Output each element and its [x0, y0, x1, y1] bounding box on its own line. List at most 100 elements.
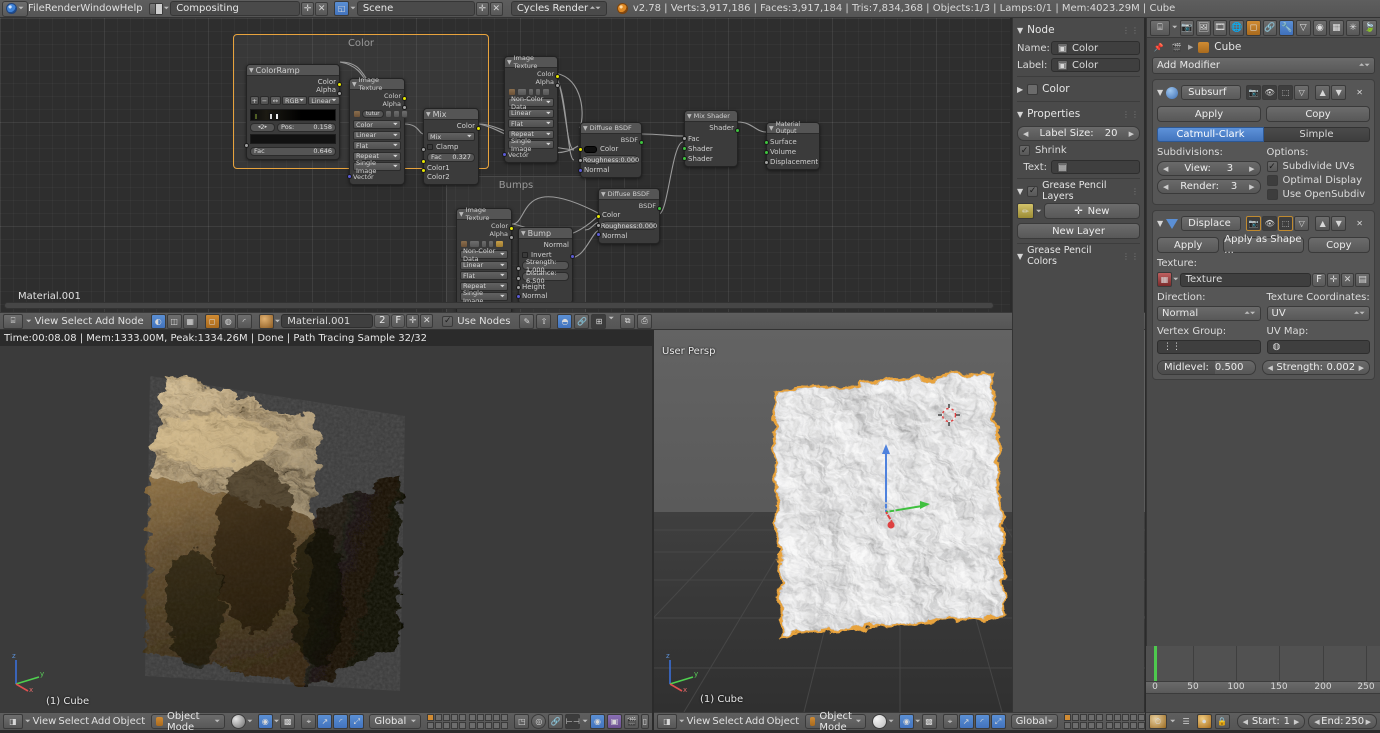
vpr-mode-select[interactable]: Object Mode ⏷ [805, 711, 867, 733]
vpl-menu-add[interactable]: Add [91, 716, 110, 727]
optimal-display-checkbox[interactable] [1266, 175, 1278, 186]
tab-constraints[interactable]: 🔗 [1262, 19, 1278, 36]
pin-icon[interactable]: ✎ [519, 313, 535, 329]
timeline-menu-icon[interactable]: ☰ [1179, 714, 1194, 729]
subsurf-view-field[interactable]: ◀ View: 3 ▶ [1157, 161, 1261, 176]
node-material-output[interactable]: ▼ Material Output Surface Volume Displac… [764, 121, 820, 170]
panel-collapse-icon[interactable]: ▼ [1017, 187, 1023, 196]
tab-render-layers[interactable]: 🖼 [1196, 19, 1211, 36]
vpl-menu-object[interactable]: Object [113, 716, 146, 727]
show-viewport-icon[interactable]: 👁 [1262, 85, 1278, 100]
linestyle-shader-icon[interactable]: ◜ [236, 313, 252, 329]
socket-colorramp-fac-in[interactable] [244, 143, 249, 148]
colorramp-fac-field[interactable]: Fac 0.646 [250, 146, 336, 156]
gp-new-layer-button[interactable]: New Layer [1017, 223, 1140, 239]
scale-manipulator-icon[interactable]: ⤢ [349, 714, 365, 729]
world-shader-icon[interactable]: ◍ [220, 313, 236, 329]
uv-map-field[interactable]: ◍ [1266, 340, 1370, 354]
socket-diffuseb-normal-in[interactable] [596, 232, 601, 237]
delete-modifier-icon[interactable]: ✕ [1352, 85, 1367, 100]
socket-imgtexa-alpha-out[interactable] [402, 105, 407, 110]
show-render-icon[interactable]: 📷 [1246, 216, 1262, 231]
node-image-texture-b-header[interactable]: ▼ Image Texture [505, 54, 557, 70]
opengl-render-anim-icon[interactable]: 🎬 [624, 714, 639, 729]
node-mix-shader[interactable]: ▼ Mix Shader Shader Fac Shader Shader [682, 110, 740, 167]
node-colorramp-header[interactable]: ▼ ColorRamp [247, 65, 339, 76]
texture-datablock-icon[interactable]: ▦ [1157, 272, 1172, 287]
tab-object-data[interactable]: ▦ [1329, 19, 1344, 36]
editor-type-icon[interactable]: ⌸ [1150, 19, 1171, 36]
imgtexc-source-select[interactable]: Single Image ⏷ [460, 289, 508, 305]
gp-chevron-icon[interactable]: ⏷ [1036, 207, 1042, 216]
imgtexa-source-select[interactable]: Single Image ⏷ [353, 159, 401, 175]
socket-mix-color-out[interactable] [476, 126, 481, 131]
frame-end-field[interactable]: ◀ End: 250 ▶ [1308, 714, 1377, 729]
displace-apply-as-shape-button[interactable]: Apply as Shape ... [1223, 234, 1304, 256]
show-render-icon[interactable]: 📷 [1246, 85, 1262, 100]
scene-chevron-icon[interactable]: ⏷ [350, 4, 356, 13]
node-diffuse-a-header[interactable]: ▼ Diffuse BSDF [581, 123, 641, 134]
node-label-field[interactable]: ▣ Color [1051, 58, 1140, 72]
colorramp-add-button[interactable]: + [250, 96, 259, 105]
socket-bump-normal-out[interactable] [570, 254, 575, 259]
screen-layout-field[interactable]: Compositing [170, 1, 301, 16]
shrink-row[interactable]: ✓ Shrink [1019, 145, 1140, 156]
vpl-menu-view[interactable]: View [33, 716, 57, 727]
snap-during-transform-icon[interactable]: ▩ [921, 714, 937, 729]
editor-type-chevron-icon[interactable]: ⏷ [679, 717, 685, 726]
socket-mixshader-shader-out[interactable] [735, 128, 740, 133]
snap-during-transform-icon[interactable]: ▩ [280, 714, 296, 729]
socket-imgtexa-vector-in[interactable] [347, 174, 352, 179]
colorramp-remove-button[interactable]: − [260, 96, 269, 105]
tab-world[interactable]: 🌐 [1229, 19, 1245, 36]
link-icon[interactable]: 🔗 [574, 313, 590, 329]
socket-matout-displacement-in[interactable] [764, 160, 769, 165]
image-datablock-icon[interactable] [353, 110, 361, 118]
material-fake-user-button[interactable]: F [391, 314, 406, 328]
rotate-manipulator-icon[interactable]: ◜ [974, 714, 990, 729]
colorramp-index-field[interactable]: ◂ 2 ▸ [250, 122, 275, 132]
collapse-triangle-icon[interactable]: ▼ [1157, 219, 1163, 228]
shader-nodes-icon[interactable]: ◐ [150, 313, 166, 329]
editor-type-chevron-icon[interactable]: ⏷ [1172, 23, 1178, 32]
transform-manipulator[interactable] [864, 440, 934, 530]
node-name-field[interactable]: ▣ Color [1051, 41, 1140, 55]
socket-diffusea-roughness-in[interactable] [578, 158, 583, 163]
move-up-icon[interactable]: ▲ [1315, 85, 1331, 100]
colorramp-pos-field[interactable]: Pos: 0.158 [277, 122, 336, 132]
gp-layers-header[interactable]: ▼ ✓ Grease Pencil Layers ⋮ [1017, 180, 1140, 202]
shading-chevron-icon[interactable]: ⏷ [247, 717, 253, 726]
tab-scene[interactable]: 🎞 [1212, 19, 1228, 36]
modifier-subsurf[interactable]: ▼ Subsurf 📷 👁 ⬚ ▽ ▲ ▼ ✕ Apply Copy Catmu… [1152, 79, 1375, 205]
node-bump-header[interactable]: ▼ Bump [519, 228, 572, 239]
render-shading-icon[interactable]: ◎ [531, 714, 547, 729]
vpr-menu-select[interactable]: Select [712, 716, 743, 727]
subsurf-catmull-clark-option[interactable]: Catmull-Clark [1157, 127, 1264, 142]
render-engine-select[interactable]: Cycles Render ⏶⏷ [510, 1, 607, 16]
panel-collapse-icon[interactable]: ▼ [1017, 26, 1023, 35]
editor-type-chevron-icon[interactable]: ⏷ [1170, 717, 1176, 726]
panel-expand-icon[interactable]: ▶ [1017, 85, 1023, 94]
decrement-arr-icon[interactable]: ◀ [1163, 165, 1168, 173]
increment-arr-icon[interactable]: ▶ [1359, 364, 1364, 372]
screen-layout-chevron-icon[interactable]: ⏷ [164, 4, 170, 13]
material-new-button[interactable]: ✛ [406, 314, 420, 328]
displace-name-field[interactable]: Displace [1181, 216, 1242, 231]
node-colorramp[interactable]: ▼ ColorRamp Color Alpha + − ↔ RGB ⏷ Linea… [244, 64, 342, 160]
node-image-texture-a-header[interactable]: ▼ Image Texture [350, 76, 404, 92]
decrement-arr-icon[interactable]: ◀ [1243, 718, 1248, 726]
viewport-shading-icon[interactable] [231, 714, 247, 729]
strength-field[interactable]: ◀ Strength: 0.002 ▶ [1261, 360, 1370, 375]
collapse-triangle-icon[interactable]: ▼ [1157, 88, 1163, 97]
label-size-field[interactable]: ◀ Label Size: 20 ▶ [1017, 126, 1140, 141]
gp-new-button[interactable]: ✛ New [1043, 203, 1140, 219]
midlevel-field[interactable]: Midlevel: 0.500 [1157, 360, 1256, 375]
mix-blend-select[interactable]: Mix ⏷ [427, 132, 475, 141]
viewport-shading-icon[interactable] [872, 714, 888, 729]
pivot-point-icon[interactable]: ◉ [898, 714, 914, 729]
delete-modifier-icon[interactable]: ✕ [1352, 216, 1367, 231]
socket-imgtexb-color-out[interactable] [555, 74, 560, 79]
node-diffuse-b-header[interactable]: ▼ Diffuse BSDF [599, 189, 659, 200]
imgtexc-colorspace-select[interactable]: Non-Color Data ⏷ [460, 247, 508, 263]
imgtexb-colorspace-select[interactable]: Non-Color Data ⏷ [508, 95, 554, 111]
